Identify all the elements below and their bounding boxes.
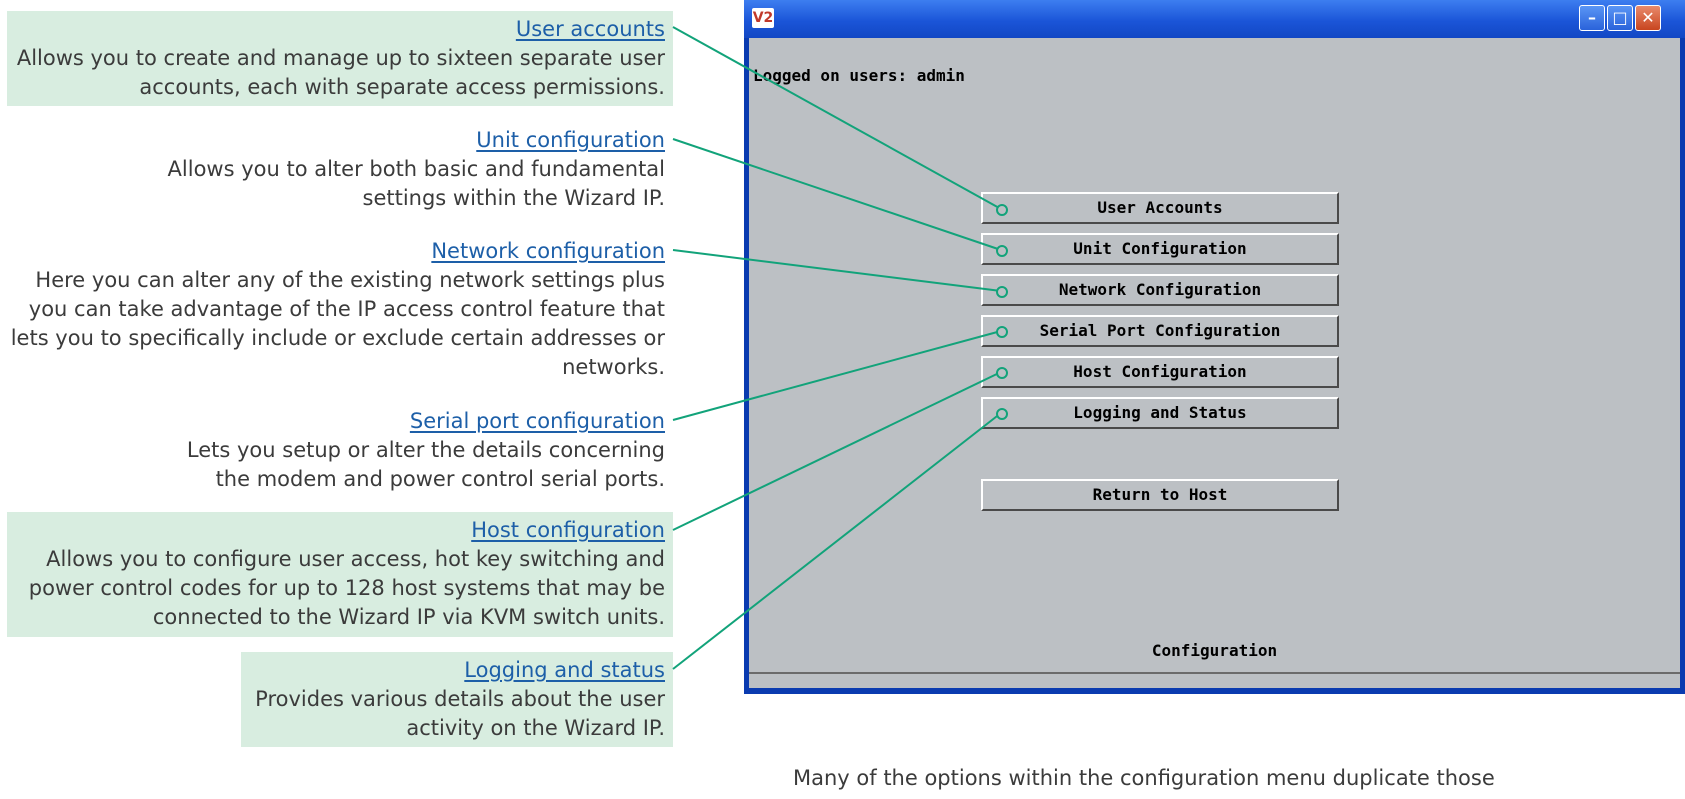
minimize-button[interactable]: – [1579,5,1605,31]
connector-dot [996,326,1008,338]
serial-port-configuration-button[interactable]: Serial Port Configuration [981,315,1339,347]
annotation-text: Provides various details about the user [255,687,665,711]
network-configuration-button[interactable]: Network Configuration [981,274,1339,306]
annotation-user-accounts: User accounts Allows you to create and m… [7,11,673,106]
annotation-text: activity on the Wizard IP. [406,716,665,740]
annotation-network-configuration: Network configuration Here you can alter… [7,233,673,383]
annotation-text: you can take advantage of the IP access … [28,297,665,321]
serial-port-configuration-link[interactable]: Serial port configuration [7,407,665,436]
annotation-text: settings within the Wizard IP. [362,186,666,210]
logging-and-status-link[interactable]: Logging and status [241,656,665,685]
network-configuration-link[interactable]: Network configuration [7,237,665,266]
status-label: Configuration [1151,641,1278,660]
close-button[interactable]: ✕ [1635,5,1661,31]
annotation-serial-port-configuration: Serial port configuration Lets you setup… [7,403,673,498]
annotation-host-configuration: Host configuration Allows you to configu… [7,512,673,637]
annotation-text: the modem and power control serial ports… [215,467,665,491]
unit-configuration-link[interactable]: Unit configuration [7,126,665,155]
host-configuration-link[interactable]: Host configuration [7,516,665,545]
connector-dot [996,245,1008,257]
user-accounts-link[interactable]: User accounts [7,15,665,44]
annotation-unit-configuration: Unit configuration Allows you to alter b… [7,122,673,217]
maximize-button[interactable]: □ [1607,5,1633,31]
logging-and-status-button[interactable]: Logging and Status [981,397,1339,429]
window-titlebar[interactable]: V2 – □ ✕ [744,0,1685,38]
app-icon: V2 [752,8,774,28]
vnc-window: V2 – □ ✕ Logged on users: admin User Acc… [744,0,1685,694]
window-client-area: Logged on users: admin User Accounts Uni… [749,38,1680,688]
annotation-text: Allows you to configure user access, hot… [46,547,665,571]
logged-on-users-text: Logged on users: admin [753,66,965,85]
connector-dot [996,286,1008,298]
connector-dot [996,408,1008,420]
caption-text: Many of the options within the configura… [793,766,1495,790]
annotation-logging-and-status: Logging and status Provides various deta… [241,652,673,747]
status-divider [749,672,1680,674]
annotation-text: power control codes for up to 128 host s… [28,576,665,600]
annotation-text: connected to the Wizard IP via KVM switc… [152,605,665,629]
return-to-host-button[interactable]: Return to Host [981,479,1339,511]
unit-configuration-button[interactable]: Unit Configuration [981,233,1339,265]
annotation-text: Here you can alter any of the existing n… [35,268,665,292]
annotation-text: Allows you to alter both basic and funda… [167,157,665,181]
host-configuration-button[interactable]: Host Configuration [981,356,1339,388]
connector-dot [996,204,1008,216]
user-accounts-button[interactable]: User Accounts [981,192,1339,224]
annotation-text: networks. [562,355,665,379]
annotation-text: lets you to specifically include or excl… [10,326,665,350]
annotation-text: accounts, each with separate access perm… [139,75,665,99]
annotation-text: Allows you to create and manage up to si… [16,46,665,70]
connector-dot [996,367,1008,379]
annotation-text: Lets you setup or alter the details conc… [186,438,665,462]
